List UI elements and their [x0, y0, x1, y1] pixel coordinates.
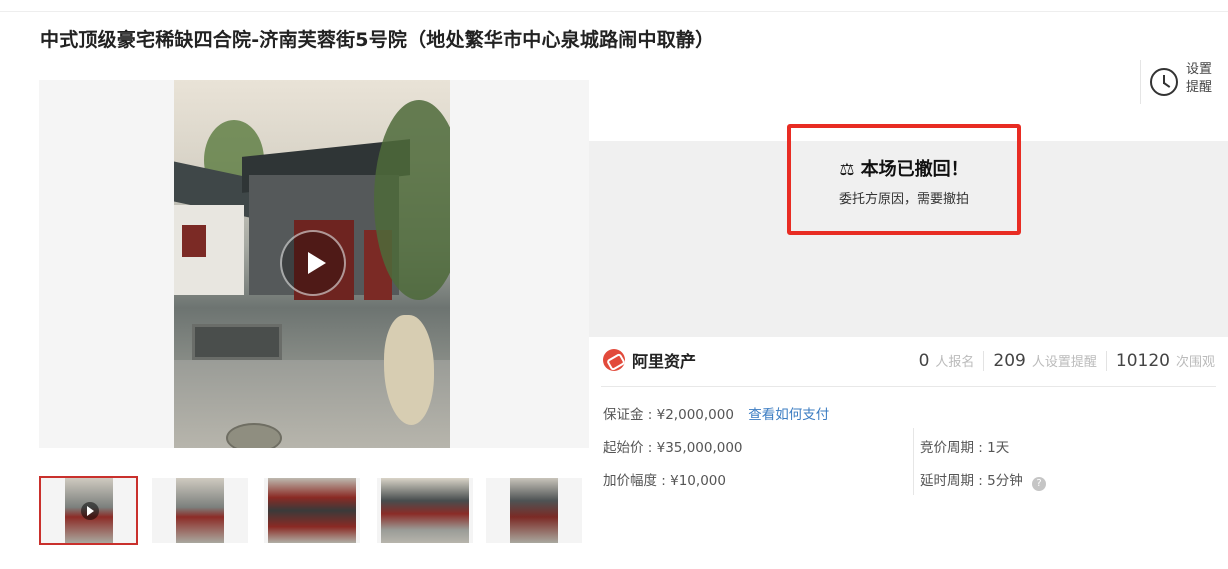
play-icon	[81, 502, 99, 520]
top-divider	[0, 11, 1228, 12]
stat-reminders: 209 人设置提醒	[983, 351, 1105, 371]
extension-period: 延时周期 : 5分钟	[920, 473, 1023, 489]
stat-value: 0	[918, 351, 930, 371]
thumbnail-strip	[39, 476, 589, 546]
auction-stats: 0 人报名 209 人设置提醒 10120 次围观	[910, 351, 1215, 371]
help-icon[interactable]: ?	[1032, 477, 1047, 491]
thumbnail-image[interactable]	[264, 478, 360, 543]
main-image-viewer[interactable]	[39, 80, 589, 448]
stat-label: 人设置提醒	[1031, 355, 1097, 370]
play-video-button[interactable]	[280, 230, 346, 296]
stat-views: 10120 次围观	[1105, 351, 1215, 371]
start-price: 起始价 : ¥35,000,000	[603, 440, 743, 456]
info-column-divider	[913, 428, 914, 495]
deposit-row: 保证金 : ¥2,000,000 查看如何支付	[603, 403, 829, 423]
info-divider	[601, 386, 1216, 387]
set-reminder-label: 设置提醒	[1186, 62, 1213, 95]
ali-assets-brand[interactable]: 阿里资产	[603, 349, 696, 371]
thumbnail-image[interactable]	[152, 478, 248, 543]
status-reason: 委托方原因，需要撤拍	[838, 192, 969, 207]
stat-registrations: 0 人报名	[910, 351, 984, 371]
thumbnail-video[interactable]	[39, 476, 138, 545]
bid-increment: 加价幅度 : ¥10,000	[603, 473, 726, 489]
bidding-cycle: 竞价周期 : 1天	[920, 440, 1010, 456]
extension-period-row: 延时周期 : 5分钟 ?	[920, 469, 1047, 491]
stat-label: 人报名	[935, 355, 975, 370]
deposit-text: 保证金 : ¥2,000,000	[603, 407, 734, 423]
status-title: ⚖ 本场已撤回！	[839, 159, 969, 180]
gavel-icon: ⚖	[839, 160, 855, 180]
brand-name: 阿里资产	[632, 352, 697, 371]
page-title: 中式顶级豪宅稀缺四合院-济南芙蓉街5号院（地处繁华市中心泉城路闹中取静）	[40, 29, 715, 51]
thumbnail-image[interactable]	[486, 478, 582, 543]
set-reminder-button[interactable]: 设置提醒	[1140, 60, 1228, 104]
stat-label: 次围观	[1175, 355, 1215, 370]
thumbnail-image[interactable]	[377, 478, 473, 543]
ali-assets-logo-icon	[603, 349, 625, 371]
stat-value: 209	[993, 351, 1026, 371]
stat-value: 10120	[1115, 351, 1170, 371]
how-to-pay-link[interactable]: 查看如何支付	[748, 407, 829, 423]
alarm-clock-icon	[1150, 68, 1178, 96]
